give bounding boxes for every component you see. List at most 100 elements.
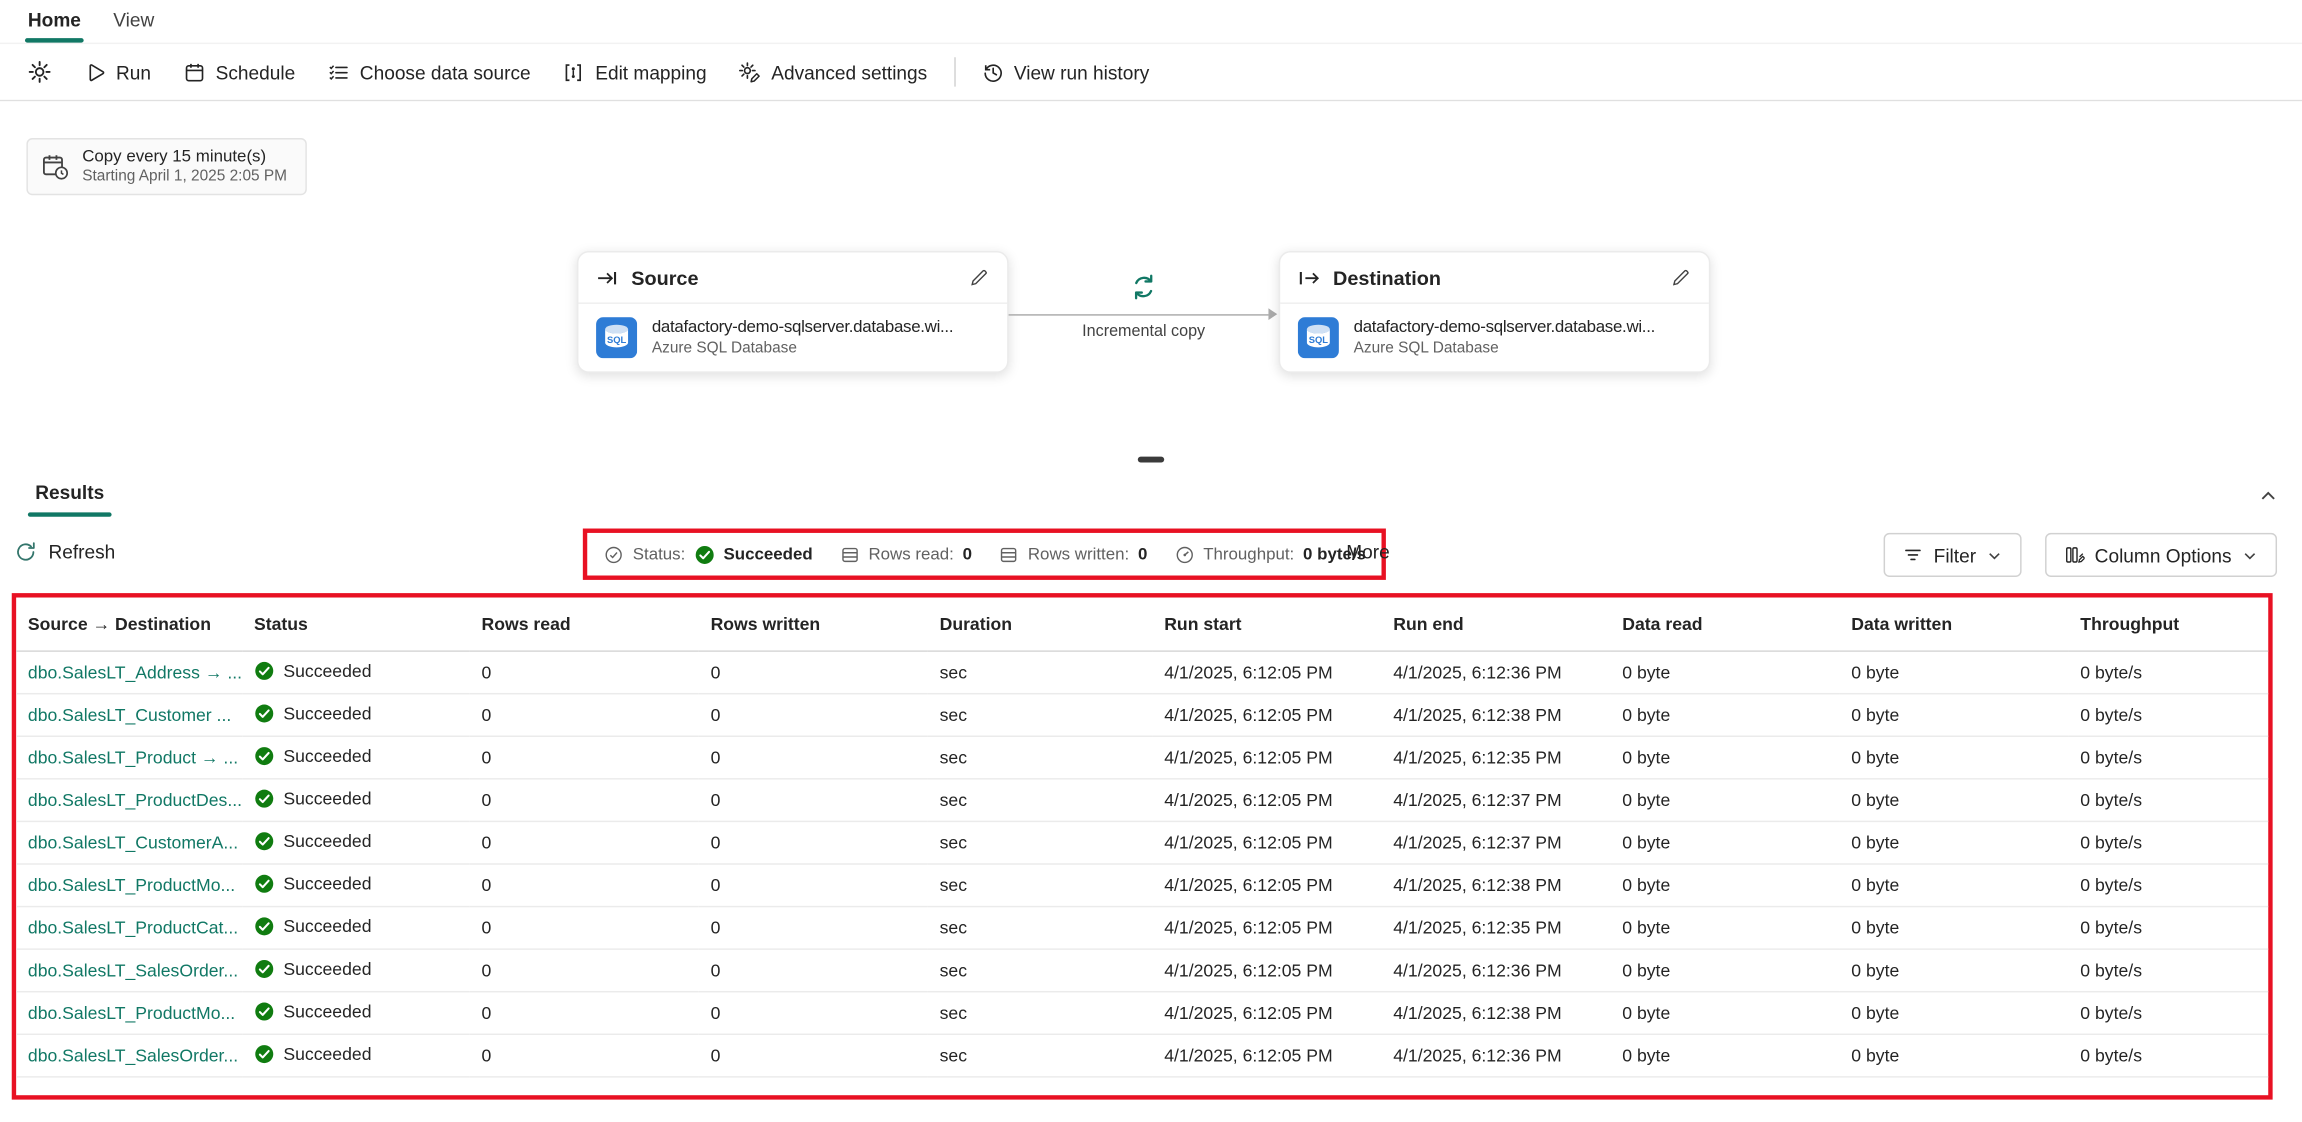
column-header[interactable]: Run end [1381,600,1610,651]
status-text: Succeeded [283,745,371,766]
panel-resize-handle[interactable] [1138,457,1164,463]
rows-written-cell: 0 [699,907,928,950]
data-read-cell: 0 byte [1611,821,1840,864]
column-header[interactable]: Throughput [2069,600,2269,651]
tab-home[interactable]: Home [12,1,97,42]
settings-button[interactable] [12,50,68,94]
source-card[interactable]: Source SQL datafactory-demo-sqlserver.da… [577,251,1009,373]
run-end-cell: 4/1/2025, 6:12:36 PM [1381,1034,1610,1077]
status-text: Succeeded [283,873,371,894]
table-row[interactable]: dbo.SalesLT_Product → ... Succeeded 0 0 … [16,736,2268,779]
duration-cell: sec [928,907,1153,950]
tab-results[interactable]: Results [31,482,109,517]
incremental-copy-icon[interactable] [1128,272,1159,303]
data-read-cell: 0 byte [1611,651,1840,694]
table-row[interactable]: dbo.SalesLT_ProductMo... Succeeded 0 0 s… [16,992,2268,1035]
view-run-history-button[interactable]: View run history [965,50,1165,94]
source-edit-button[interactable] [969,267,990,288]
destination-card[interactable]: Destination SQL datafactory-demo-sqlserv… [1279,251,1711,373]
pencil-icon [969,267,990,288]
collapse-results-button[interactable] [2258,486,2279,507]
column-header[interactable]: Run start [1152,600,1381,651]
run-start-cell: 4/1/2025, 6:12:05 PM [1152,779,1381,822]
copy-job-page: Home View Run Schedule Choose data sourc… [0,0,2302,1122]
run-start-cell: 4/1/2025, 6:12:05 PM [1152,736,1381,779]
destination-card-header: Destination [1280,253,1709,304]
schedule-button[interactable]: Schedule [167,50,311,94]
column-header[interactable]: Data read [1611,600,1840,651]
duration-cell: sec [928,1034,1153,1077]
source-destination-cell[interactable]: dbo.SalesLT_Address → ... [16,651,242,694]
rows-written-cell: 0 [699,1034,928,1077]
source-card-text: datafactory-demo-sqlserver.database.wi..… [652,319,1001,357]
table-row[interactable]: dbo.SalesLT_ProductDes... Succeeded 0 0 … [16,779,2268,822]
succeeded-check-icon [254,788,275,809]
schedule-badge[interactable]: Copy every 15 minute(s) Starting April 1… [26,138,306,195]
results-tab-row: Results [0,468,2302,521]
rows-icon [839,544,860,565]
table-row[interactable]: dbo.SalesLT_ProductCat... Succeeded 0 0 … [16,907,2268,950]
source-destination-cell[interactable]: dbo.SalesLT_ProductCat... [16,907,242,950]
advanced-settings-button[interactable]: Advanced settings [723,50,944,94]
source-destination-cell[interactable]: dbo.SalesLT_ProductDes... [16,779,242,822]
run-end-cell: 4/1/2025, 6:12:35 PM [1381,907,1610,950]
run-end-cell: 4/1/2025, 6:12:36 PM [1381,949,1610,992]
succeeded-check-icon [254,1001,275,1022]
tab-view-label: View [113,9,154,31]
status-cell: Succeeded [242,736,470,779]
column-header[interactable]: Source → Destination [16,600,242,651]
status-text: Succeeded [283,788,371,809]
table-row[interactable]: dbo.SalesLT_SalesOrder... Succeeded 0 0 … [16,1034,2268,1077]
succeeded-check-icon [254,1043,275,1064]
refresh-button[interactable]: Refresh [15,541,116,563]
column-edit-icon [2064,545,2085,566]
table-row[interactable]: dbo.SalesLT_ProductMo... Succeeded 0 0 s… [16,864,2268,907]
tab-view[interactable]: View [97,1,170,42]
toolbar-divider [954,57,955,86]
succeeded-check-icon [254,915,275,936]
throughput-metric: Throughput: 0 byte/s [1174,544,1366,565]
column-header[interactable]: Data written [1840,600,2069,651]
run-button[interactable]: Run [68,50,168,94]
rows-read-cell: 0 [470,651,699,694]
more-button[interactable]: More [1346,541,1389,563]
duration-cell: sec [928,992,1153,1035]
column-header[interactable]: Rows read [470,600,699,651]
column-options-button[interactable]: Column Options [2045,533,2277,577]
source-destination-cell[interactable]: dbo.SalesLT_ProductMo... [16,864,242,907]
table-row[interactable]: dbo.SalesLT_SalesOrder... Succeeded 0 0 … [16,949,2268,992]
column-header[interactable]: Rows written [699,600,928,651]
run-start-cell: 4/1/2025, 6:12:05 PM [1152,651,1381,694]
results-table-annotation-box: Source → DestinationStatusRows readRows … [12,593,2273,1099]
refresh-button-label: Refresh [48,541,115,563]
source-destination-cell[interactable]: dbo.SalesLT_SalesOrder... [16,1034,242,1077]
run-start-cell: 4/1/2025, 6:12:05 PM [1152,949,1381,992]
gear-icon [28,60,51,83]
filter-button[interactable]: Filter [1884,533,2022,577]
destination-edit-button[interactable] [1671,267,1692,288]
column-header[interactable]: Status [242,600,470,651]
column-options-button-label: Column Options [2095,544,2232,566]
chevron-down-icon [2242,547,2258,563]
column-header[interactable]: Duration [928,600,1153,651]
rows-icon [998,544,1019,565]
data-written-cell: 0 byte [1840,864,2069,907]
duration-cell: sec [928,651,1153,694]
filter-button-label: Filter [1934,544,1976,566]
table-row[interactable]: dbo.SalesLT_Customer ... Succeeded 0 0 s… [16,694,2268,737]
source-destination-cell[interactable]: dbo.SalesLT_Customer ... [16,694,242,737]
table-row[interactable]: dbo.SalesLT_CustomerA... Succeeded 0 0 s… [16,821,2268,864]
gauge-icon [1174,544,1195,565]
edit-mapping-button[interactable]: Edit mapping [547,50,723,94]
source-destination-cell[interactable]: dbo.SalesLT_ProductMo... [16,992,242,1035]
schedule-badge-text: Copy every 15 minute(s) Starting April 1… [82,148,287,185]
choose-data-source-button[interactable]: Choose data source [311,50,546,94]
rows-written-cell: 0 [699,992,928,1035]
data-written-cell: 0 byte [1840,694,2069,737]
source-destination-cell[interactable]: dbo.SalesLT_SalesOrder... [16,949,242,992]
source-destination-cell[interactable]: dbo.SalesLT_Product → ... [16,736,242,779]
source-destination-cell[interactable]: dbo.SalesLT_CustomerA... [16,821,242,864]
duration-cell: sec [928,864,1153,907]
rows-read-cell: 0 [470,694,699,737]
table-row[interactable]: dbo.SalesLT_Address → ... Succeeded 0 0 … [16,651,2268,694]
